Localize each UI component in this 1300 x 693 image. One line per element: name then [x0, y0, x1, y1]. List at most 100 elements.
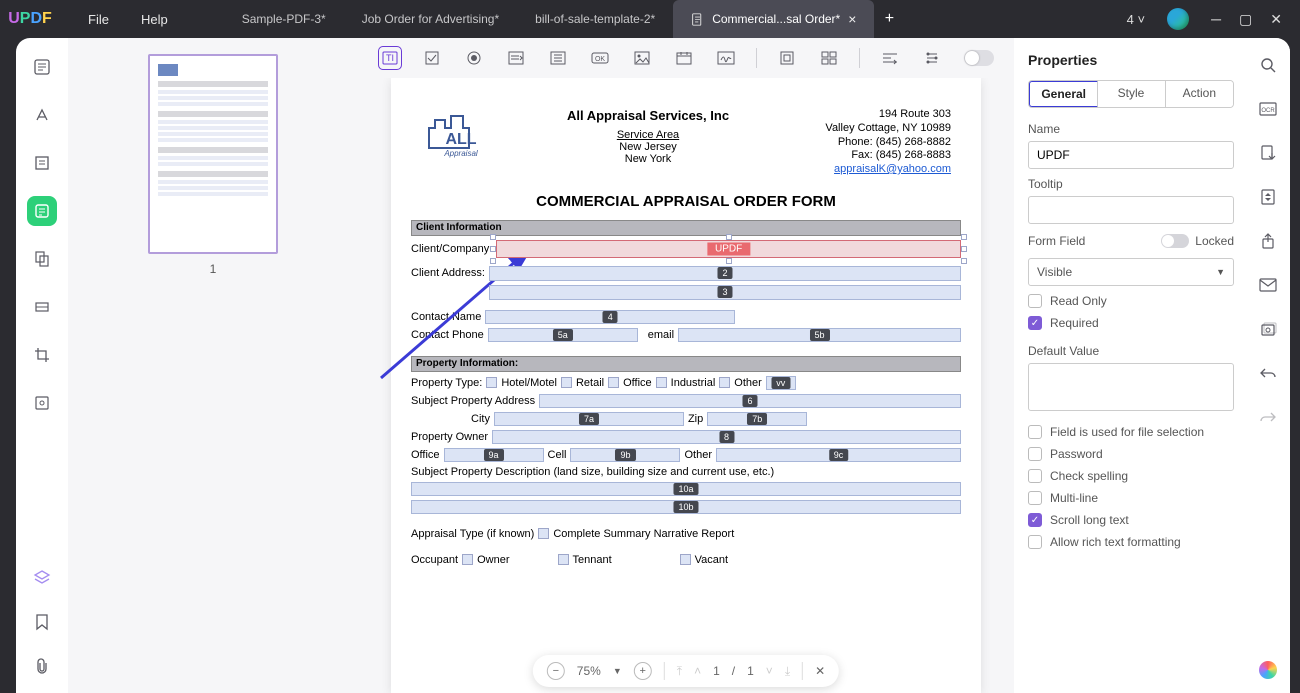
field-client-address2[interactable]: 3 [489, 285, 961, 300]
zoom-level[interactable]: 75% [577, 664, 601, 678]
field-city[interactable]: 7a [494, 412, 684, 426]
required-checkbox[interactable]: ✓ [1028, 316, 1042, 330]
search-icon[interactable] [1255, 52, 1281, 78]
field-zip[interactable]: 7b [707, 412, 807, 426]
prop-tooltip-input[interactable] [1028, 196, 1234, 224]
chk-hotel[interactable] [486, 377, 497, 388]
next-page-icon[interactable]: ˅ [766, 664, 773, 678]
field-client-address1[interactable]: 2 [489, 266, 961, 281]
field-email[interactable]: 5b [678, 328, 961, 342]
chk-narrative[interactable] [538, 528, 549, 539]
dropdown-tool[interactable] [504, 46, 528, 70]
scroll-text-checkbox[interactable]: ✓ [1028, 513, 1042, 527]
default-value-input[interactable] [1028, 363, 1234, 411]
zoom-out-button[interactable]: − [547, 662, 565, 680]
chk-vacant[interactable] [680, 554, 691, 565]
field-other[interactable]: 9c [716, 448, 961, 462]
share-icon[interactable] [1255, 228, 1281, 254]
chk-retail[interactable] [561, 377, 572, 388]
close-button[interactable]: ✕ [1270, 11, 1282, 28]
page-current[interactable]: 1 [713, 664, 720, 678]
form-recognize-tool[interactable] [775, 46, 799, 70]
protect-tool-icon[interactable] [27, 388, 57, 418]
tab-commercial[interactable]: Commercial...sal Order* × [673, 0, 874, 38]
list-tool[interactable] [546, 46, 570, 70]
batch-icon[interactable] [1255, 316, 1281, 342]
tab-general[interactable]: General [1028, 80, 1098, 108]
prev-page-icon[interactable]: ˄ [694, 664, 701, 678]
tab-bill-of-sale[interactable]: bill-of-sale-template-2* [517, 0, 673, 38]
layers-icon[interactable] [27, 563, 57, 593]
field-office[interactable]: 9a [444, 448, 544, 462]
crop-tool-icon[interactable] [27, 340, 57, 370]
zoom-in-button[interactable]: + [634, 662, 652, 680]
close-pagectl-icon[interactable]: ✕ [815, 664, 825, 678]
readonly-checkbox[interactable] [1028, 294, 1042, 308]
minimize-button[interactable]: ─ [1211, 11, 1221, 28]
tab-count[interactable]: 4 ˅ [1127, 12, 1145, 27]
checkbox-tool[interactable] [420, 46, 444, 70]
chk-industrial[interactable] [656, 377, 667, 388]
tab-job-order[interactable]: Job Order for Advertising* [344, 0, 517, 38]
field-contact-name[interactable]: 4 [485, 310, 735, 324]
compress-icon[interactable] [1255, 184, 1281, 210]
chk-other[interactable] [719, 377, 730, 388]
redact-tool-icon[interactable] [27, 292, 57, 322]
convert-icon[interactable] [1255, 140, 1281, 166]
menu-help[interactable]: Help [141, 12, 168, 27]
align-tool[interactable] [878, 46, 902, 70]
bookmark-icon[interactable] [27, 607, 57, 637]
field-property-owner[interactable]: 8 [492, 430, 961, 444]
maximize-button[interactable]: ▢ [1239, 11, 1252, 28]
ai-assistant-icon[interactable] [1259, 661, 1277, 679]
last-page-icon[interactable]: ⤓ [785, 664, 790, 679]
first-page-icon[interactable]: ⤒ [677, 664, 682, 679]
reader-tool-icon[interactable] [27, 52, 57, 82]
grid-tool[interactable] [817, 46, 841, 70]
globe-icon[interactable] [1167, 8, 1189, 30]
signature-tool[interactable] [714, 46, 738, 70]
menu-file[interactable]: File [88, 12, 109, 27]
close-icon[interactable]: × [848, 11, 856, 27]
password-checkbox[interactable] [1028, 447, 1042, 461]
field-description1[interactable]: 10a [411, 482, 961, 496]
check-spelling-checkbox[interactable] [1028, 469, 1042, 483]
email-icon[interactable] [1255, 272, 1281, 298]
settings-tool[interactable] [920, 46, 944, 70]
field-contact-phone[interactable]: 5a [488, 328, 638, 342]
rich-text-checkbox[interactable] [1028, 535, 1042, 549]
preview-toggle[interactable] [964, 50, 994, 66]
locked-toggle[interactable] [1161, 234, 1189, 248]
form-tool-icon[interactable] [27, 196, 57, 226]
file-selection-checkbox[interactable] [1028, 425, 1042, 439]
field-client-company[interactable]: UPDF [496, 240, 961, 258]
chk-owner[interactable] [462, 554, 473, 565]
organize-tool-icon[interactable] [27, 244, 57, 274]
edit-tool-icon[interactable] [27, 148, 57, 178]
visibility-select[interactable]: Visible▼ [1028, 258, 1234, 286]
multiline-checkbox[interactable] [1028, 491, 1042, 505]
attachment-icon[interactable] [27, 651, 57, 681]
field-other-type[interactable]: vv [766, 376, 796, 390]
pdf-page[interactable]: ALLAppraisal All Appraisal Services, Inc… [391, 78, 981, 693]
prop-name-input[interactable] [1028, 141, 1234, 169]
date-tool[interactable] [672, 46, 696, 70]
ocr-icon[interactable]: OCR [1255, 96, 1281, 122]
chk-office[interactable] [608, 377, 619, 388]
undo-icon[interactable] [1255, 360, 1281, 386]
text-field-tool[interactable]: TI [378, 46, 402, 70]
tab-style[interactable]: Style [1097, 81, 1165, 107]
image-tool[interactable] [630, 46, 654, 70]
tab-sample-pdf[interactable]: Sample-PDF-3* [224, 0, 344, 38]
chk-tennant[interactable] [558, 554, 569, 565]
field-subject-address[interactable]: 6 [539, 394, 961, 408]
redo-icon[interactable] [1255, 404, 1281, 430]
radio-tool[interactable] [462, 46, 486, 70]
button-tool[interactable]: OK [588, 46, 612, 70]
field-description2[interactable]: 10b [411, 500, 961, 514]
field-cell[interactable]: 9b [570, 448, 680, 462]
page-thumbnail[interactable] [148, 54, 278, 254]
new-tab-button[interactable]: + [874, 10, 904, 28]
tab-action[interactable]: Action [1166, 81, 1233, 107]
annotate-tool-icon[interactable] [27, 100, 57, 130]
